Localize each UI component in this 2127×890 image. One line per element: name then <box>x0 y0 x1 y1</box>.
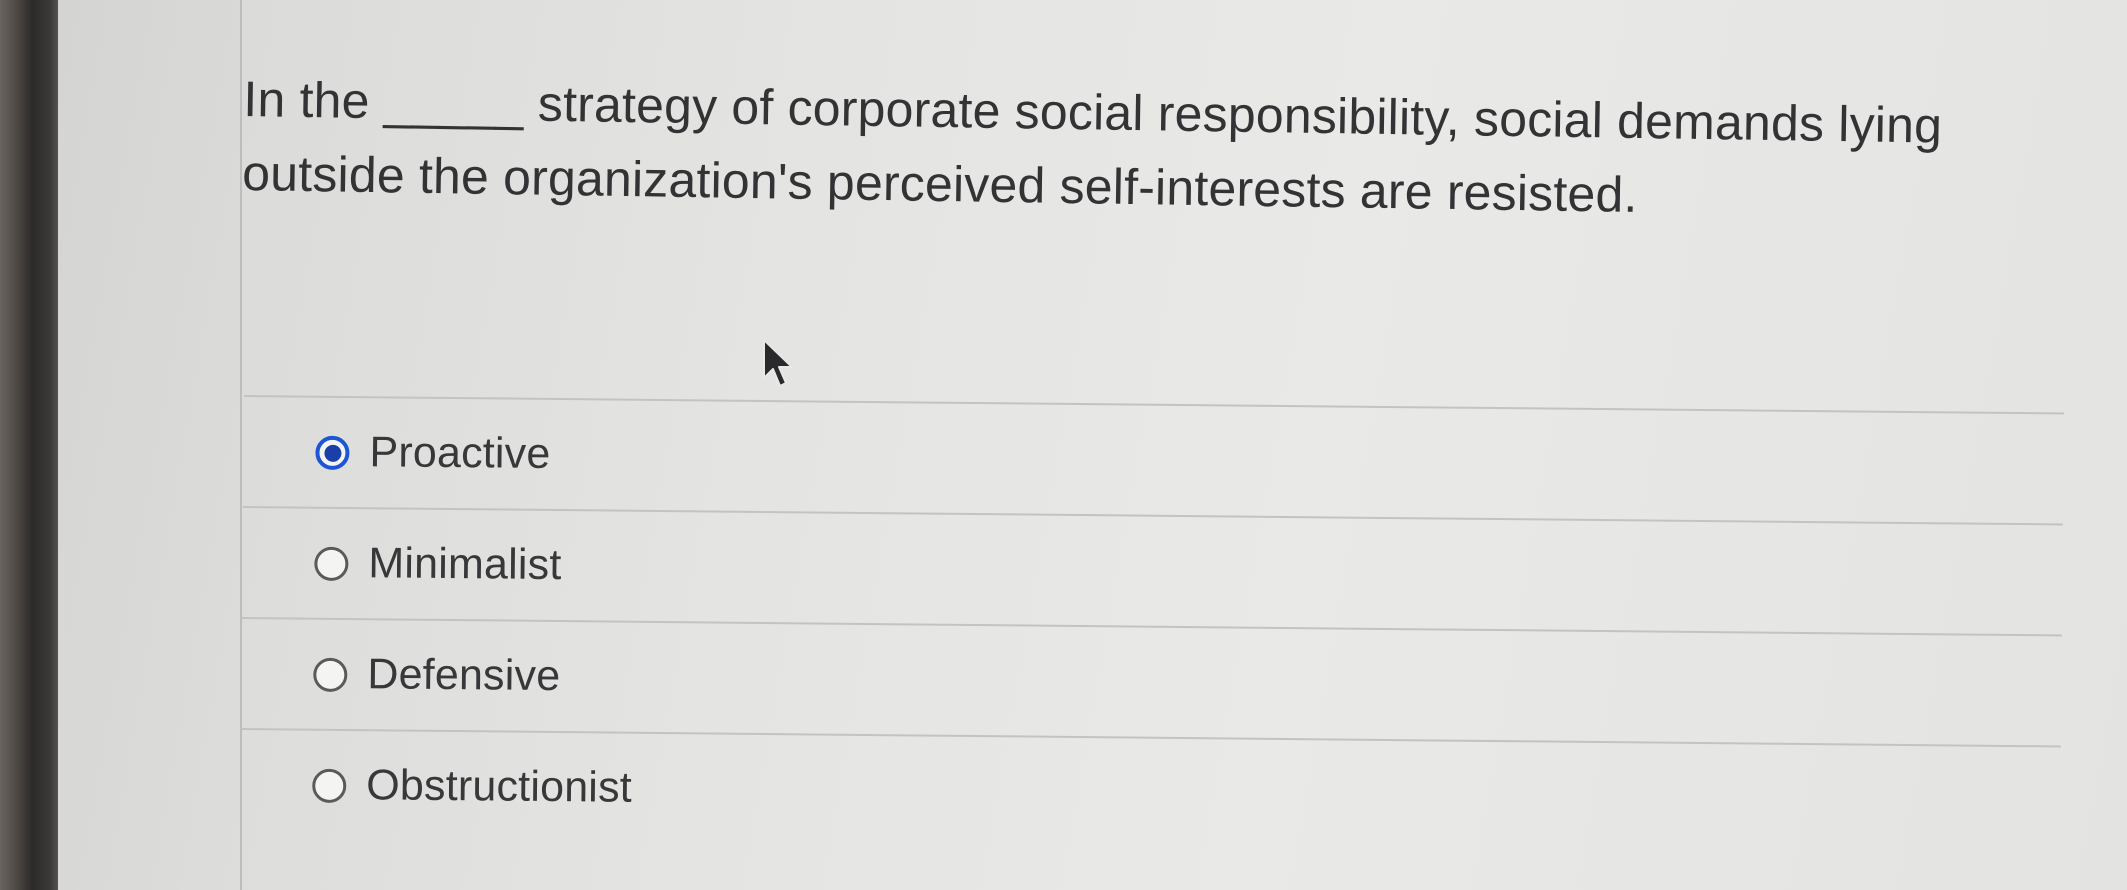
monitor-bezel <box>0 0 58 890</box>
answer-option-defensive[interactable]: Defensive <box>241 619 2062 745</box>
radio-checked-icon[interactable] <box>315 435 350 470</box>
answer-option-obstructionist[interactable]: Obstructionist <box>240 730 2061 856</box>
answer-option-proactive[interactable]: Proactive <box>243 397 2064 523</box>
answer-label: Defensive <box>367 650 561 701</box>
radio-unchecked-icon[interactable] <box>313 657 348 692</box>
answer-label: Obstructionist <box>366 761 633 812</box>
answer-option-minimalist[interactable]: Minimalist <box>242 508 2063 634</box>
answer-list: Proactive Minimalist Defensive Obstructi… <box>240 395 2064 856</box>
radio-unchecked-icon[interactable] <box>312 768 347 803</box>
radio-unchecked-icon[interactable] <box>314 546 349 581</box>
left-panel <box>58 0 240 890</box>
answer-label: Proactive <box>369 428 551 478</box>
question-text: In the _____ strategy of corporate socia… <box>241 70 1943 223</box>
mouse-pointer-icon <box>763 339 793 387</box>
answer-label: Minimalist <box>368 539 562 590</box>
